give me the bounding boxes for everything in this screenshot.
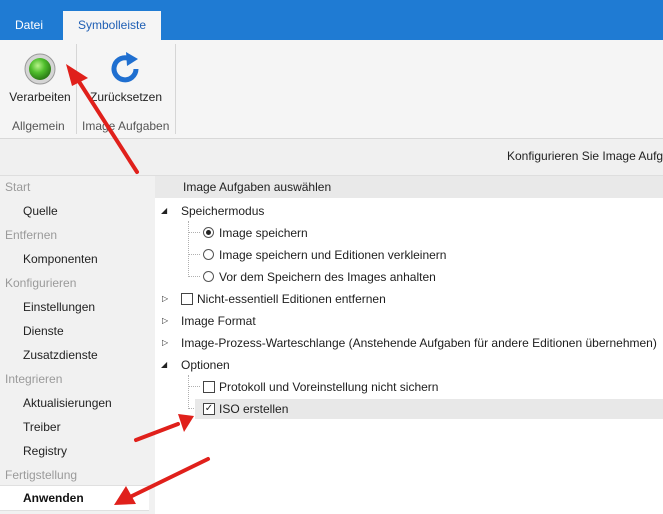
page-header-text: Konfigurieren Sie Image Aufga — [507, 149, 663, 163]
zuruecksetzen-label: Zurücksetzen — [89, 90, 163, 104]
sidebar-section-start: Start — [5, 180, 31, 194]
ribbon-tab-bar: Datei Symbolleiste — [0, 0, 663, 40]
refresh-icon — [111, 52, 139, 83]
tree-guide-line — [188, 386, 200, 388]
expand-triangle-icon[interactable]: ▷ — [162, 294, 168, 303]
verarbeiten-label: Verarbeiten — [9, 90, 71, 104]
tree-node-speichermodus[interactable]: Speichermodus — [181, 204, 264, 218]
sidebar-item-anwenden[interactable]: Anwenden — [0, 485, 149, 511]
radio-vor-speichern-anhalten[interactable] — [203, 271, 214, 282]
tree-guide-line — [188, 254, 200, 256]
iso-erstellen-checkbox[interactable]: ✓ — [203, 403, 215, 415]
group-separator — [175, 44, 176, 134]
group-label-allgemein: Allgemein — [12, 119, 65, 133]
tree-guide-line — [188, 375, 190, 409]
collapse-triangle-icon[interactable]: ◢ — [161, 360, 167, 369]
sidebar-item-label: Anwenden — [23, 491, 84, 505]
sidebar-item-registry[interactable]: Registry — [23, 444, 67, 458]
tab-symbolleiste[interactable]: Symbolleiste — [63, 11, 161, 40]
sidebar-item-treiber[interactable]: Treiber — [23, 420, 61, 434]
sidebar: Start Quelle Entfernen Komponenten Konfi… — [0, 176, 155, 514]
nicht-essentiell-checkbox[interactable] — [181, 293, 193, 305]
radio-image-speichern[interactable] — [203, 227, 214, 238]
protokoll-checkbox[interactable] — [203, 381, 215, 393]
option-label[interactable]: Protokoll und Voreinstellung nicht siche… — [219, 380, 438, 394]
radio-editionen-verkleinern[interactable] — [203, 249, 214, 260]
group-separator — [76, 44, 77, 134]
option-label[interactable]: Image speichern und Editionen verkleiner… — [219, 248, 446, 262]
tree-node-optionen[interactable]: Optionen — [181, 358, 230, 372]
green-orb-icon — [24, 53, 56, 85]
verarbeiten-button[interactable]: Verarbeiten — [6, 46, 74, 106]
tree-node-warteschlange[interactable]: Image-Prozess-Warteschlange (Anstehende … — [181, 336, 657, 350]
panel-title: Image Aufgaben auswählen — [183, 180, 332, 194]
expand-triangle-icon[interactable]: ▷ — [162, 338, 168, 347]
sidebar-item-einstellungen[interactable]: Einstellungen — [23, 300, 95, 314]
panel-title-bar: Image Aufgaben auswählen — [155, 176, 663, 198]
tree-guide-line — [188, 232, 200, 234]
main-panel: Image Aufgaben auswählen ◢ Speichermodus… — [155, 176, 663, 514]
tree-guide-line — [188, 221, 190, 277]
sidebar-section-integrieren: Integrieren — [5, 372, 63, 386]
sidebar-item-komponenten[interactable]: Komponenten — [23, 252, 98, 266]
sidebar-section-entfernen: Entfernen — [5, 228, 58, 242]
page-header: Konfigurieren Sie Image Aufga — [0, 139, 663, 176]
sidebar-item-zusatzdienste[interactable]: Zusatzdienste — [23, 348, 98, 362]
sidebar-item-aktualisierungen[interactable]: Aktualisierungen — [23, 396, 112, 410]
tab-datei[interactable]: Datei — [3, 10, 55, 39]
ribbon: Verarbeiten Zurücksetzen Allgemein Image… — [0, 40, 663, 139]
group-label-image-aufgaben: Image Aufgaben — [82, 119, 170, 133]
sidebar-item-dienste[interactable]: Dienste — [23, 324, 64, 338]
tree-node-nicht-essentiell[interactable]: Nicht-essentiell Editionen entfernen — [197, 292, 386, 306]
zuruecksetzen-button[interactable]: Zurücksetzen — [86, 46, 166, 106]
collapse-triangle-icon[interactable]: ◢ — [161, 206, 167, 215]
sidebar-item-quelle[interactable]: Quelle — [23, 204, 58, 218]
tree-guide-line — [188, 276, 200, 278]
tree-node-image-format[interactable]: Image Format — [181, 314, 256, 328]
sidebar-section-fertigstellung: Fertigstellung — [5, 468, 78, 482]
option-label[interactable]: ISO erstellen — [219, 402, 288, 416]
option-label[interactable]: Vor dem Speichern des Images anhalten — [219, 270, 436, 284]
option-label[interactable]: Image speichern — [219, 226, 308, 240]
sidebar-section-konfigurieren: Konfigurieren — [5, 276, 77, 290]
expand-triangle-icon[interactable]: ▷ — [162, 316, 168, 325]
